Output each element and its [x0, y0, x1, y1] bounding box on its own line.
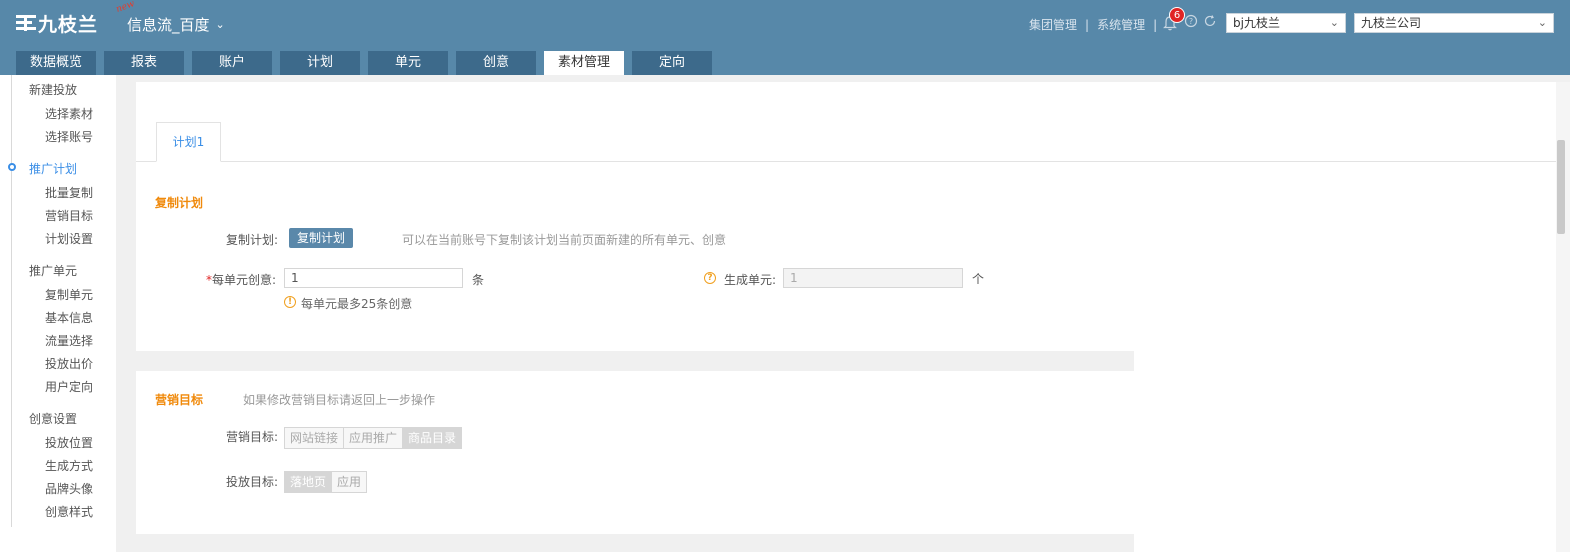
company-select-value: 九枝兰公司: [1361, 16, 1422, 30]
tab-unit[interactable]: 单元: [368, 51, 448, 75]
sidebar-item-copy-unit[interactable]: 复制单元: [45, 286, 93, 303]
goal-option-product-catalog[interactable]: 商品目录: [403, 428, 462, 448]
link-system-management[interactable]: 系统管理: [1097, 16, 1145, 33]
sidebar-item-placement[interactable]: 投放位置: [45, 434, 93, 451]
refresh-icon[interactable]: [1203, 14, 1217, 31]
copy-plan-panel: 计划1 复制计划 复制计划: 复制计划 可以在当前账号下复制该计划当前页面新建的…: [136, 82, 1556, 351]
copy-plan-label: 复制计划:: [226, 233, 279, 247]
copy-plan-hint: 可以在当前账号下复制该计划当前页面新建的所有单元、创意: [402, 233, 727, 247]
sidebar-item-brand-avatar[interactable]: 品牌头像: [45, 480, 93, 497]
sidebar-item-new-delivery[interactable]: 新建投放: [29, 81, 77, 98]
sidebar-item-select-account[interactable]: 选择账号: [45, 128, 93, 145]
delivery-option-app[interactable]: 应用: [332, 472, 367, 492]
tab-account[interactable]: 账户: [192, 51, 272, 75]
goal-option-website-link[interactable]: 网站链接: [285, 428, 345, 448]
marketing-goal-label: 营销目标:: [226, 430, 279, 444]
marketing-goal-selector: 网站链接 应用推广 商品目录: [284, 427, 463, 449]
marketing-goal-panel: 营销目标 如果修改营销目标请返回上一步操作 营销目标: 网站链接 应用推广 商品…: [136, 371, 1134, 534]
sidebar-item-promotion-plan[interactable]: 推广计划: [29, 160, 77, 177]
per-unit-creative-warning: 每单元最多25条创意: [301, 297, 413, 311]
tab-reports[interactable]: 报表: [104, 51, 184, 75]
account-select[interactable]: bj九枝兰 ⌄: [1226, 13, 1346, 33]
section-title-marketing-goal: 营销目标: [155, 393, 204, 407]
goal-option-app-promotion[interactable]: 应用推广: [344, 428, 404, 448]
delivery-goal-label: 投放目标:: [226, 475, 279, 489]
help-icon[interactable]: ?: [1184, 14, 1198, 31]
marketing-goal-hint: 如果修改营销目标请返回上一步操作: [243, 393, 436, 407]
tab-data-overview[interactable]: 数据概览: [16, 51, 96, 75]
tab-creative[interactable]: 创意: [456, 51, 536, 75]
logo-text: 九枝兰: [38, 13, 99, 36]
top-links: 集团管理 | 系统管理 |: [1029, 16, 1157, 33]
section-title-copy-plan: 复制计划: [155, 196, 204, 210]
chevron-down-icon: ⌄: [215, 18, 225, 31]
delivery-option-landing-page[interactable]: 落地页: [285, 472, 333, 492]
tab-plan[interactable]: 计划: [280, 51, 360, 75]
generate-unit-label: 生成单元:: [724, 273, 777, 287]
help-icon[interactable]: ?: [704, 272, 716, 284]
sidebar-item-select-material[interactable]: 选择素材: [45, 105, 93, 122]
sidebar-item-batch-copy[interactable]: 批量复制: [45, 184, 93, 201]
copy-plan-button[interactable]: 复制计划: [289, 228, 354, 248]
tab-plan-1[interactable]: 计划1: [156, 122, 221, 162]
product-name: 信息流_百度: [127, 16, 210, 34]
sidebar-item-creative-style[interactable]: 创意样式: [45, 503, 93, 520]
warning-icon: !: [284, 296, 296, 308]
tab-material-management[interactable]: 素材管理: [544, 51, 624, 75]
account-select-value: bj九枝兰: [1233, 16, 1280, 30]
sidebar-item-creative-settings[interactable]: 创意设置: [29, 410, 77, 427]
svg-text:?: ?: [1189, 17, 1193, 26]
sidebar-item-basic-info[interactable]: 基本信息: [45, 309, 93, 326]
link-separator: |: [1085, 17, 1090, 32]
sidebar-item-marketing-goal[interactable]: 营销目标: [45, 207, 93, 224]
new-badge: new: [114, 0, 136, 15]
sidebar-item-plan-settings[interactable]: 计划设置: [45, 230, 93, 247]
tab-divider: [136, 161, 1556, 162]
link-group-management[interactable]: 集团管理: [1029, 16, 1077, 33]
generate-unit-input[interactable]: 1: [783, 268, 963, 288]
logo-mark-icon: [16, 13, 36, 33]
scrollbar-thumb[interactable]: [1557, 140, 1565, 234]
per-unit-creative-input[interactable]: 1: [284, 268, 463, 288]
sidebar-item-generation-method[interactable]: 生成方式: [45, 457, 93, 474]
sidebar-progress-line: [11, 75, 12, 527]
tab-targeting[interactable]: 定向: [632, 51, 712, 75]
brand-logo[interactable]: 九枝兰: [16, 11, 99, 36]
sidebar-item-user-targeting[interactable]: 用户定向: [45, 378, 93, 395]
sidebar-item-traffic-selection[interactable]: 流量选择: [45, 332, 93, 349]
per-unit-creative-label: *每单元创意:: [206, 271, 276, 288]
active-step-icon: [8, 163, 16, 171]
per-unit-creative-label-text: 每单元创意:: [212, 273, 277, 287]
link-separator: |: [1153, 17, 1158, 32]
chevron-down-icon: ⌄: [1329, 16, 1339, 29]
top-header: 九枝兰 new 信息流_百度 ⌄ 集团管理 | 系统管理 | ? 6 bj九枝兰…: [0, 0, 1570, 75]
company-select[interactable]: 九枝兰公司 ⌄: [1354, 13, 1554, 33]
sidebar-item-bidding[interactable]: 投放出价: [45, 355, 93, 372]
content-background: [1134, 351, 1570, 552]
per-unit-creative-unit: 条: [472, 273, 485, 287]
notification-badge: 6: [1169, 7, 1185, 23]
main-nav: 数据概览 报表 账户 计划 单元 创意 素材管理 定向: [16, 51, 712, 75]
delivery-goal-selector: 落地页 应用: [284, 471, 368, 493]
sidebar-item-promotion-unit[interactable]: 推广单元: [29, 262, 77, 279]
product-switcher[interactable]: 信息流_百度 ⌄: [127, 14, 225, 35]
generate-unit-unit: 个: [972, 272, 985, 286]
sidebar: 新建投放 选择素材 选择账号 推广计划 批量复制 营销目标 计划设置 推广单元 …: [0, 75, 116, 552]
chevron-down-icon: ⌄: [1537, 16, 1547, 29]
